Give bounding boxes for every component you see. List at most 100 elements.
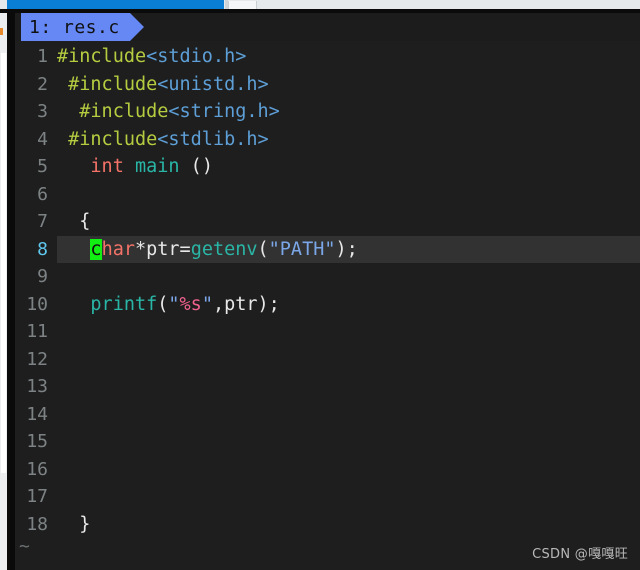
code-token: #include (68, 73, 158, 95)
code-token: *ptr= (134, 238, 191, 260)
editor-pane: 1: res.c 1 #include<stdio.h> 2 #include<un… (15, 13, 640, 570)
line-text (57, 401, 640, 429)
line-text (57, 318, 640, 346)
line-text (57, 483, 640, 511)
code-token: ,ptr); (212, 293, 280, 315)
tabline: 1: res.c (15, 13, 640, 41)
line-text: #include<string.h> (57, 98, 640, 126)
code-line[interactable]: 2 #include<unistd.h> (15, 71, 640, 99)
buffer-tab-label: 1: res.c (29, 16, 120, 38)
code-token: " (201, 293, 213, 315)
vim-editor-window: 1: res.c 1 #include<stdio.h> 2 #include<un… (0, 0, 640, 570)
code-area[interactable]: 1 #include<stdio.h> 2 #include<unistd.h> 3 … (15, 41, 640, 538)
line-text: printf("%s",ptr); (57, 291, 640, 319)
code-token: ( (257, 238, 269, 260)
code-line[interactable]: 1 #include<stdio.h> (15, 43, 640, 71)
code-token: har (101, 238, 135, 260)
code-token: " (168, 293, 180, 315)
buffer-tab-res-c[interactable]: 1: res.c (21, 13, 130, 41)
line-text: #include<stdio.h> (57, 43, 640, 71)
code-token: main (134, 156, 180, 177)
code-token: <unistd.h> (157, 73, 269, 95)
code-token: int (90, 156, 124, 177)
line-number: 2 (37, 73, 48, 95)
code-line[interactable]: 7 { (15, 208, 640, 236)
code-token: } (79, 513, 91, 535)
line-text (57, 373, 640, 401)
scrollbar-marker-icon (0, 28, 3, 35)
line-text (57, 263, 640, 291)
code-token: () (179, 156, 213, 177)
code-token: { (79, 211, 91, 232)
line-number: 15 (26, 431, 48, 452)
code-line[interactable]: 8 char*ptr=getenv("PATH"); (15, 235, 640, 264)
line-number: 7 (37, 211, 48, 232)
line-number: 14 (26, 403, 48, 425)
code-line[interactable]: 17 (15, 483, 640, 511)
topbar-divider (0, 9, 640, 13)
code-line[interactable]: 10 printf("%s",ptr); (15, 291, 640, 319)
line-number: 12 (26, 348, 48, 370)
code-token: "PATH" (268, 238, 336, 260)
code-line[interactable]: 6 (15, 181, 640, 209)
code-line[interactable]: 18 } (15, 511, 640, 539)
code-line[interactable]: 9 (15, 263, 640, 291)
line-text (57, 181, 640, 209)
line-text (57, 346, 640, 374)
code-line[interactable]: 14 (15, 401, 640, 429)
line-number: 6 (37, 183, 48, 205)
code-token: ) (335, 238, 347, 260)
code-token: <string.h> (168, 101, 280, 122)
empty-buffer-marker: ~ (19, 536, 30, 557)
line-number: 8 (15, 235, 57, 263)
line-text (57, 428, 640, 456)
line-number: 4 (37, 128, 48, 150)
code-line[interactable]: 15 (15, 428, 640, 456)
code-line[interactable]: 12 (15, 346, 640, 374)
code-line[interactable]: 11 (15, 318, 640, 346)
line-text (57, 456, 640, 484)
line-number: 9 (37, 266, 48, 287)
code-token: <stdlib.h> (157, 128, 269, 150)
left-scrollbar[interactable] (0, 13, 7, 570)
line-number: 17 (26, 486, 48, 507)
code-line[interactable]: 3 #include<string.h> (15, 98, 640, 126)
code-line[interactable]: 5 int main () (15, 153, 640, 181)
editor-left-rail (7, 13, 15, 570)
line-number: 16 (26, 458, 48, 480)
line-number: 11 (26, 321, 48, 342)
line-number: 18 (26, 513, 48, 535)
browser-tab-stub[interactable] (228, 1, 257, 9)
line-number: 10 (26, 293, 48, 315)
text-cursor: c (90, 238, 102, 260)
code-token: ; (346, 238, 358, 260)
browser-progress-bar (0, 0, 640, 9)
code-token: %s (179, 293, 202, 315)
line-number: 1 (37, 46, 48, 67)
code-token: printf (90, 293, 158, 315)
line-text: #include<unistd.h> (57, 71, 640, 99)
tab-arrow-icon (130, 13, 144, 41)
line-text: #include<stdlib.h> (57, 126, 640, 154)
code-token: <stdio.h> (146, 46, 247, 67)
code-line[interactable]: 13 (15, 373, 640, 401)
line-text: char*ptr=getenv("PATH"); (57, 236, 640, 264)
code-token: ( (157, 293, 169, 315)
code-token: #include (79, 101, 169, 122)
scrollbar-thumb[interactable] (1, 53, 6, 473)
code-line[interactable]: 16 (15, 456, 640, 484)
code-token: #include (57, 46, 147, 67)
progress-fill (7, 0, 224, 9)
code-token: #include (68, 128, 158, 150)
line-text: int main () (57, 153, 640, 181)
code-line[interactable]: 4 #include<stdlib.h> (15, 126, 640, 154)
line-number: 3 (37, 101, 48, 122)
line-text: { (57, 208, 640, 236)
